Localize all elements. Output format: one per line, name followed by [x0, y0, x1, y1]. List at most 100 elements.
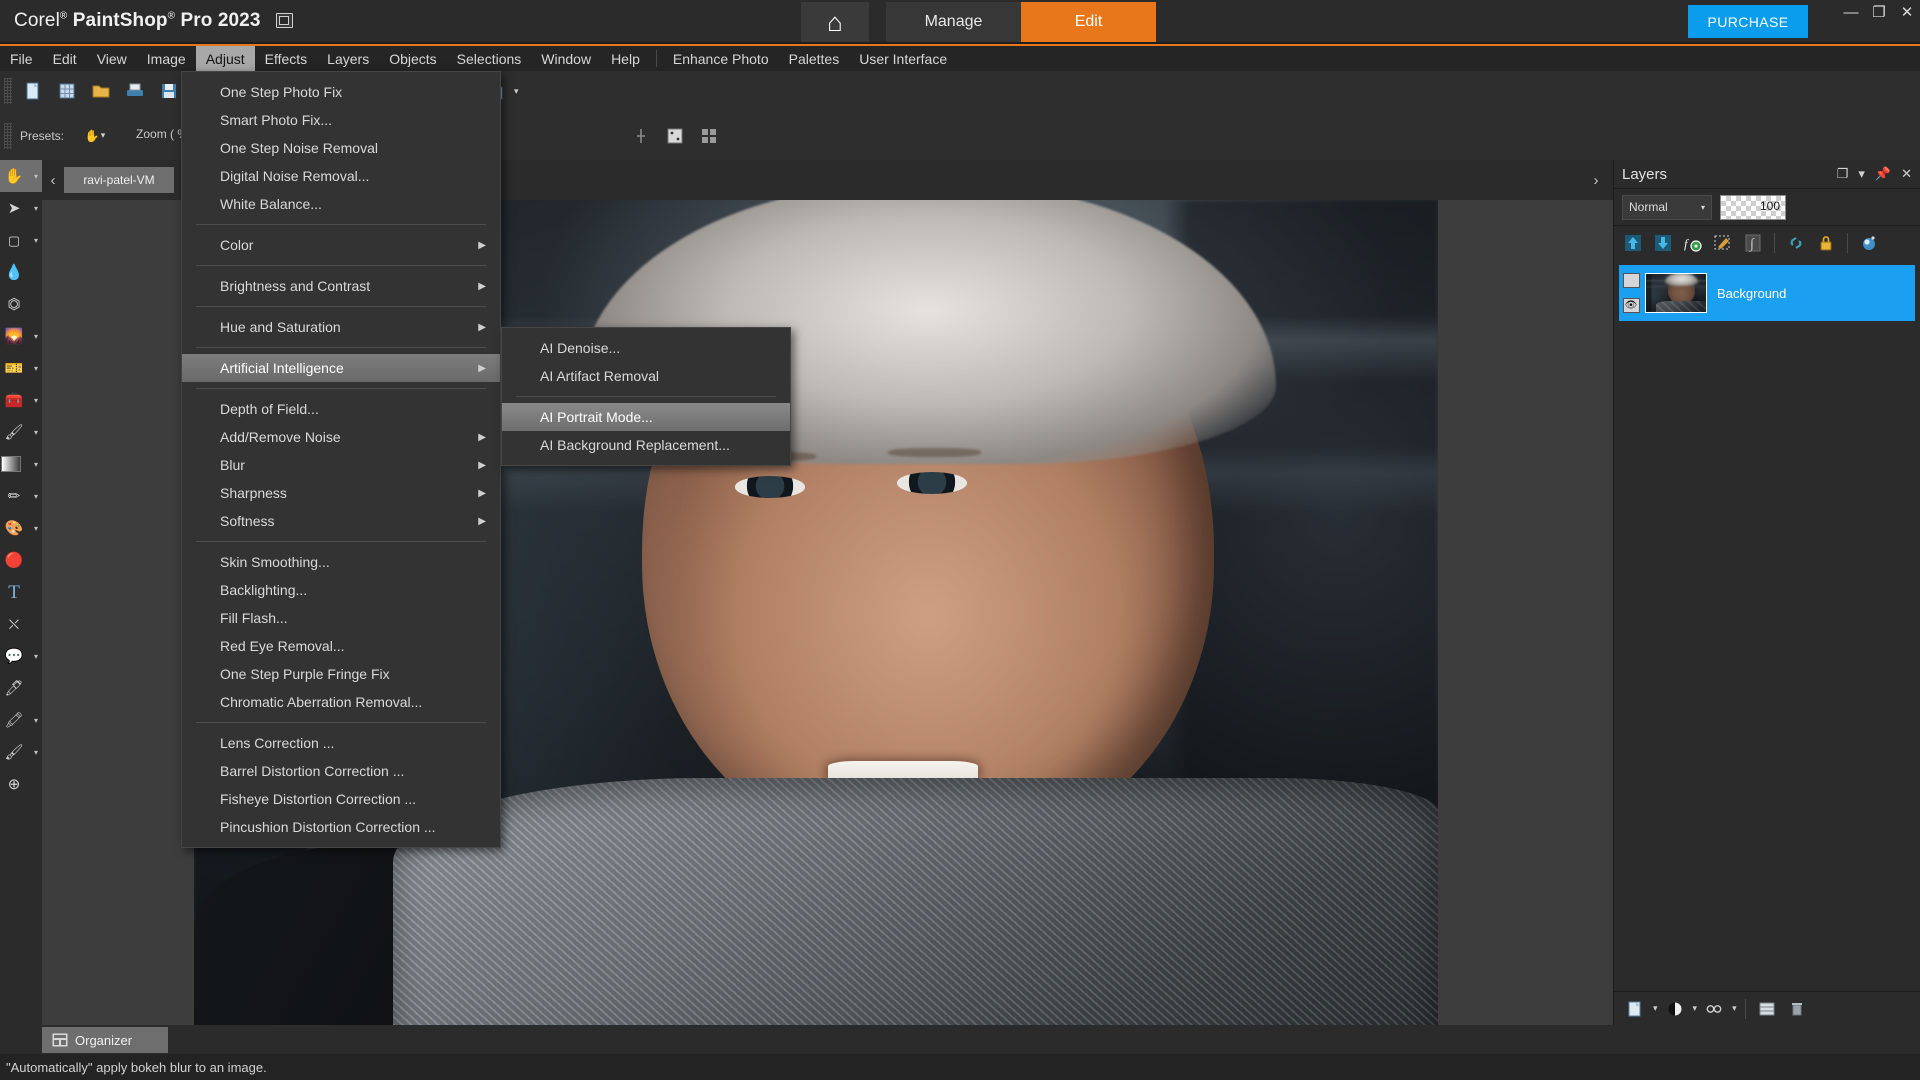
- options-grip[interactable]: [4, 122, 12, 149]
- submenu-item-ai-background-replacement[interactable]: AI Background Replacement...: [502, 431, 790, 459]
- menu-item-blur[interactable]: Blur ▶: [182, 451, 500, 479]
- menu-item-one-step-noise-removal[interactable]: One Step Noise Removal: [182, 134, 500, 162]
- menu-layers[interactable]: Layers: [317, 46, 379, 71]
- tool-paint-brush[interactable]: 🖌 ▾: [0, 416, 42, 448]
- tool-mesh-warp[interactable]: ⛌: [0, 608, 42, 640]
- tool-red-eye[interactable]: 🔴: [0, 544, 42, 576]
- save-button[interactable]: [154, 76, 184, 106]
- menu-item-hue-and-saturation[interactable]: Hue and Saturation ▶: [182, 313, 500, 341]
- menu-item-one-step-purple-fringe-fix[interactable]: One Step Purple Fringe Fix: [182, 660, 500, 688]
- chevron-down-icon[interactable]: ▾: [34, 428, 38, 437]
- tool-add[interactable]: ⊕: [0, 768, 42, 800]
- delete-layer-button[interactable]: [1784, 996, 1810, 1022]
- menu-user-interface[interactable]: User Interface: [849, 46, 957, 71]
- menu-edit[interactable]: Edit: [43, 46, 87, 71]
- menu-item-softness[interactable]: Softness ▶: [182, 507, 500, 535]
- chevron-down-icon[interactable]: ▾: [34, 716, 38, 725]
- purchase-button[interactable]: PURCHASE: [1688, 5, 1808, 38]
- menu-effects[interactable]: Effects: [255, 46, 318, 71]
- menu-item-backlighting[interactable]: Backlighting...: [182, 576, 500, 604]
- close-panel-icon[interactable]: ✕: [1901, 166, 1912, 182]
- tool-flood-fill[interactable]: 🎨 ▾: [0, 512, 42, 544]
- menu-image[interactable]: Image: [137, 46, 196, 71]
- menu-item-fill-flash[interactable]: Fill Flash...: [182, 604, 500, 632]
- menu-item-sharpness[interactable]: Sharpness ▶: [182, 479, 500, 507]
- tool-perspective[interactable]: 🎫 ▾: [0, 352, 42, 384]
- fit-window-button[interactable]: [660, 121, 690, 151]
- menu-window[interactable]: Window: [531, 46, 601, 71]
- restore-panel-icon[interactable]: ❐: [1837, 166, 1849, 182]
- tool-thought-bubble[interactable]: 💬 ▾: [0, 640, 42, 672]
- tool-straighten[interactable]: 🌄 ▾: [0, 320, 42, 352]
- blend-mode-select[interactable]: Normal ▾: [1622, 194, 1712, 220]
- menu-view[interactable]: View: [87, 46, 137, 71]
- move-layer-up-button[interactable]: [1620, 230, 1646, 256]
- menu-objects[interactable]: Objects: [379, 46, 446, 71]
- menu-enhance-photo[interactable]: Enhance Photo: [663, 46, 779, 71]
- menu-item-barrel-distortion-correction[interactable]: Barrel Distortion Correction ...: [182, 757, 500, 785]
- tool-text[interactable]: T: [0, 576, 42, 608]
- menu-item-lens-correction[interactable]: Lens Correction ...: [182, 729, 500, 757]
- tool-dropper[interactable]: 💧: [0, 256, 42, 288]
- menu-item-pincushion-distortion-correction[interactable]: Pincushion Distortion Correction ...: [182, 813, 500, 841]
- menu-item-depth-of-field[interactable]: Depth of Field...: [182, 395, 500, 423]
- layer-visibility-eye-icon[interactable]: 👁: [1622, 298, 1640, 313]
- chevron-down-icon[interactable]: ▾: [34, 364, 38, 373]
- new-raster-layer-button[interactable]: [1622, 996, 1648, 1022]
- layer-mask-button[interactable]: [1710, 230, 1736, 256]
- chevron-down-icon[interactable]: ▾: [34, 460, 38, 469]
- menu-item-skin-smoothing[interactable]: Skin Smoothing...: [182, 548, 500, 576]
- tool-smudge[interactable]: 🖌 ▾: [0, 736, 42, 768]
- layer-opacity-slider[interactable]: 100: [1720, 194, 1786, 220]
- chevron-down-icon[interactable]: ▾: [34, 748, 38, 757]
- chevron-down-icon[interactable]: ▾: [34, 332, 38, 341]
- tool-pan[interactable]: ✋ ▾: [0, 160, 42, 192]
- panel-menu-caret-icon[interactable]: ▾: [1858, 166, 1865, 182]
- move-layer-down-button[interactable]: [1650, 230, 1676, 256]
- home-button[interactable]: ⌂: [801, 2, 869, 42]
- duplicate-caret-icon[interactable]: ▾: [514, 86, 519, 97]
- menu-item-one-step-photo-fix[interactable]: One Step Photo Fix: [182, 78, 500, 106]
- submenu-item-ai-denoise[interactable]: AI Denoise...: [502, 334, 790, 362]
- new-layer-caret-icon[interactable]: ▾: [1653, 1003, 1658, 1014]
- organizer-tab[interactable]: Organizer: [42, 1027, 168, 1053]
- tabs-scroll-left-button[interactable]: ‹: [42, 172, 64, 189]
- new-image-button[interactable]: [18, 76, 48, 106]
- merge-layer-button[interactable]: ∫: [1740, 230, 1766, 256]
- presets-dropdown[interactable]: ✋ ▾: [72, 122, 119, 149]
- menu-adjust[interactable]: Adjust: [195, 46, 255, 71]
- tool-selection[interactable]: ▢ ▾: [0, 224, 42, 256]
- align-center-button[interactable]: [626, 121, 656, 151]
- menu-item-digital-noise-removal[interactable]: Digital Noise Removal...: [182, 162, 500, 190]
- lock-layer-button[interactable]: [1813, 230, 1839, 256]
- new-from-template-button[interactable]: [52, 76, 82, 106]
- menu-help[interactable]: Help: [601, 46, 650, 71]
- adjustment-layer-caret-icon[interactable]: ▾: [1693, 1003, 1698, 1014]
- menu-file[interactable]: File: [0, 46, 43, 71]
- toolbar-grip[interactable]: [4, 78, 12, 104]
- menu-selections[interactable]: Selections: [447, 46, 532, 71]
- tool-eraser[interactable]: ✏ ▾: [0, 480, 42, 512]
- mask-layer-caret-icon[interactable]: ▾: [1732, 1003, 1737, 1014]
- document-tab[interactable]: ravi-patel-VM: [64, 167, 174, 193]
- menu-item-smart-photo-fix[interactable]: Smart Photo Fix...: [182, 106, 500, 134]
- layer-row[interactable]: 👁 Background: [1619, 265, 1915, 321]
- tab-manage[interactable]: Manage: [886, 2, 1021, 42]
- menu-item-add-remove-noise[interactable]: Add/Remove Noise ▶: [182, 423, 500, 451]
- chevron-down-icon[interactable]: ▾: [34, 236, 38, 245]
- chevron-down-icon[interactable]: ▾: [34, 492, 38, 501]
- chevron-down-icon[interactable]: ▾: [34, 524, 38, 533]
- tile-windows-button[interactable]: [694, 121, 724, 151]
- minimize-button[interactable]: —: [1840, 4, 1862, 22]
- link-layers-button[interactable]: [1783, 230, 1809, 256]
- tool-pick[interactable]: ➤ ▾: [0, 192, 42, 224]
- tool-crop[interactable]: ⏣: [0, 288, 42, 320]
- menu-item-fisheye-distortion-correction[interactable]: Fisheye Distortion Correction ...: [182, 785, 500, 813]
- chevron-down-icon[interactable]: ▾: [34, 204, 38, 213]
- menu-item-artificial-intelligence[interactable]: Artificial Intelligence ▶: [182, 354, 500, 382]
- tab-edit[interactable]: Edit: [1021, 2, 1156, 42]
- close-button[interactable]: ✕: [1896, 4, 1918, 22]
- tabs-scroll-right-button[interactable]: ›: [1585, 172, 1607, 189]
- menu-item-chromatic-aberration-removal[interactable]: Chromatic Aberration Removal...: [182, 688, 500, 716]
- tool-clone-brush[interactable]: 🖍 ▾: [0, 704, 42, 736]
